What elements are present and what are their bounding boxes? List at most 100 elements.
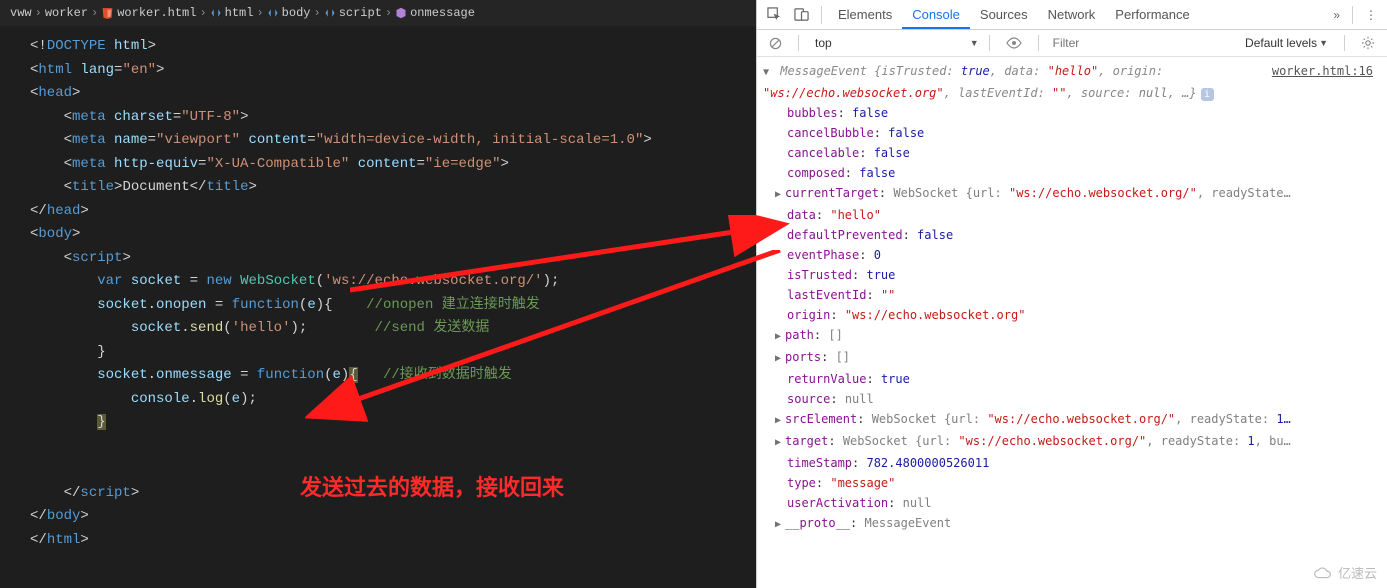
prop-currenttarget[interactable]: ▶currentTarget: WebSocket {url: "ws://ec…: [761, 183, 1383, 205]
prop-timestamp: timeStamp: 782.4800000526011: [761, 453, 1383, 473]
code-token: >: [148, 38, 156, 54]
clear-console-icon[interactable]: [763, 33, 788, 54]
chevron-down-icon[interactable]: ▼: [970, 38, 979, 48]
breadcrumb-folder[interactable]: worker: [45, 6, 88, 20]
context-selector[interactable]: top: [809, 34, 838, 52]
code-token: "viewport": [156, 132, 240, 148]
tag-icon: [324, 7, 336, 19]
code-token: DOCTYPE: [47, 38, 106, 54]
code-token: html: [38, 62, 72, 78]
code-token: "en": [122, 62, 156, 78]
breadcrumb[interactable]: vww › worker › worker.html › html › body…: [0, 0, 756, 27]
expand-toggle-icon[interactable]: ▶: [775, 349, 785, 369]
breadcrumb-script[interactable]: script: [339, 6, 382, 20]
prop-lasteventid: lastEventId: "": [761, 285, 1383, 305]
expand-toggle-icon[interactable]: ▶: [775, 515, 785, 535]
annotation-label: 发送过去的数据，接收回来: [300, 476, 564, 500]
code-token: e: [333, 367, 341, 383]
eye-icon[interactable]: [1000, 33, 1028, 53]
expand-toggle-icon[interactable]: ▼: [763, 63, 773, 83]
gear-icon[interactable]: [1355, 32, 1381, 54]
code-token: socket: [131, 273, 181, 289]
expand-toggle-icon[interactable]: ▶: [775, 185, 785, 205]
chevron-right-icon: ›: [256, 6, 263, 20]
prop-returnvalue: returnValue: true: [761, 369, 1383, 389]
html5-icon: [101, 7, 114, 20]
chevron-down-icon: ▼: [1319, 38, 1328, 48]
breadcrumb-file[interactable]: worker.html: [117, 6, 196, 20]
code-token: =: [206, 297, 231, 313]
chevron-right-icon: ›: [313, 6, 320, 20]
code-token: =: [232, 367, 257, 383]
code-token: html: [47, 532, 81, 548]
code-comment: //接收到数据时触发: [383, 367, 512, 383]
chevron-right-icon: ›: [35, 6, 42, 20]
code-editor-pane: vww › worker › worker.html › html › body…: [0, 0, 756, 588]
inspect-icon[interactable]: [761, 3, 788, 26]
code-token: meta: [72, 132, 106, 148]
prop-istrusted: isTrusted: true: [761, 265, 1383, 285]
code-token: meta: [72, 156, 106, 172]
prop-defaultprevented: defaultPrevented: false: [761, 225, 1383, 245]
log-message[interactable]: ▼ MessageEvent {isTrusted: true, data: "…: [761, 61, 1383, 103]
chevron-right-icon: ›: [91, 6, 98, 20]
tab-performance[interactable]: Performance: [1105, 2, 1199, 27]
code-token: content: [358, 156, 417, 172]
code-token: var: [97, 273, 122, 289]
info-badge-icon[interactable]: i: [1201, 88, 1214, 101]
breadcrumb-html[interactable]: html: [225, 6, 254, 20]
code-area[interactable]: <!DOCTYPE html> <html lang="en"> <head> …: [0, 27, 756, 560]
kebab-menu-icon[interactable]: ⋮: [1359, 4, 1383, 26]
code-token: console: [131, 391, 190, 407]
prop-data: data: "hello": [761, 205, 1383, 225]
code-token: e: [307, 297, 315, 313]
prop-eventphase: eventPhase: 0: [761, 245, 1383, 265]
tab-network[interactable]: Network: [1038, 2, 1106, 27]
separator: [1344, 35, 1345, 51]
console-output[interactable]: worker.html:16 ▼ MessageEvent {isTrusted…: [757, 57, 1387, 588]
watermark: 亿速云: [1312, 563, 1377, 582]
prop-useractivation: userActivation: null: [761, 493, 1383, 513]
expand-toggle-icon[interactable]: ▶: [775, 433, 785, 453]
tab-console[interactable]: Console: [902, 2, 970, 29]
log-levels-selector[interactable]: Default levels ▼: [1245, 36, 1334, 50]
prop-path[interactable]: ▶path: []: [761, 325, 1383, 347]
code-token: body: [47, 508, 81, 524]
code-token: lang: [80, 62, 114, 78]
expand-toggle-icon[interactable]: ▶: [775, 411, 785, 431]
prop-proto[interactable]: ▶__proto__: MessageEvent: [761, 513, 1383, 535]
separator: [1352, 6, 1353, 24]
chevron-right-icon: ›: [199, 6, 206, 20]
code-token: "UTF-8": [181, 109, 240, 125]
expand-toggle-icon[interactable]: ▶: [775, 327, 785, 347]
device-toggle-icon[interactable]: [788, 3, 815, 26]
cube-icon: [395, 7, 407, 19]
code-comment: //onopen 建立连接时触发: [366, 297, 540, 313]
code-token: title: [72, 179, 114, 195]
code-token: send: [190, 320, 224, 336]
code-token: 'hello': [232, 320, 291, 336]
code-token: function: [257, 367, 324, 383]
watermark-text: 亿速云: [1338, 563, 1377, 582]
code-token: onopen: [156, 297, 206, 313]
prop-srcelement[interactable]: ▶srcElement: WebSocket {url: "ws://echo.…: [761, 409, 1383, 431]
tab-elements[interactable]: Elements: [828, 2, 902, 27]
code-token: function: [232, 297, 299, 313]
tab-sources[interactable]: Sources: [970, 2, 1038, 27]
filter-input[interactable]: [1049, 34, 1189, 52]
prop-target[interactable]: ▶target: WebSocket {url: "ws://echo.webs…: [761, 431, 1383, 453]
context-label: top: [815, 36, 832, 50]
code-token: http-equiv: [114, 156, 198, 172]
more-tabs-icon[interactable]: »: [1327, 4, 1346, 26]
prop-origin: origin: "ws://echo.websocket.org": [761, 305, 1383, 325]
breadcrumb-body[interactable]: body: [282, 6, 311, 20]
code-token: onmessage: [156, 367, 232, 383]
code-token: 'ws://echo.websocket.org/': [324, 273, 542, 289]
devtools-tabbar: Elements Console Sources Network Perform…: [757, 0, 1387, 30]
breadcrumb-onmessage[interactable]: onmessage: [410, 6, 475, 20]
prop-source: source: null: [761, 389, 1383, 409]
separator: [798, 35, 799, 51]
breadcrumb-root[interactable]: vww: [10, 6, 32, 20]
code-token: meta: [72, 109, 106, 125]
prop-ports[interactable]: ▶ports: []: [761, 347, 1383, 369]
